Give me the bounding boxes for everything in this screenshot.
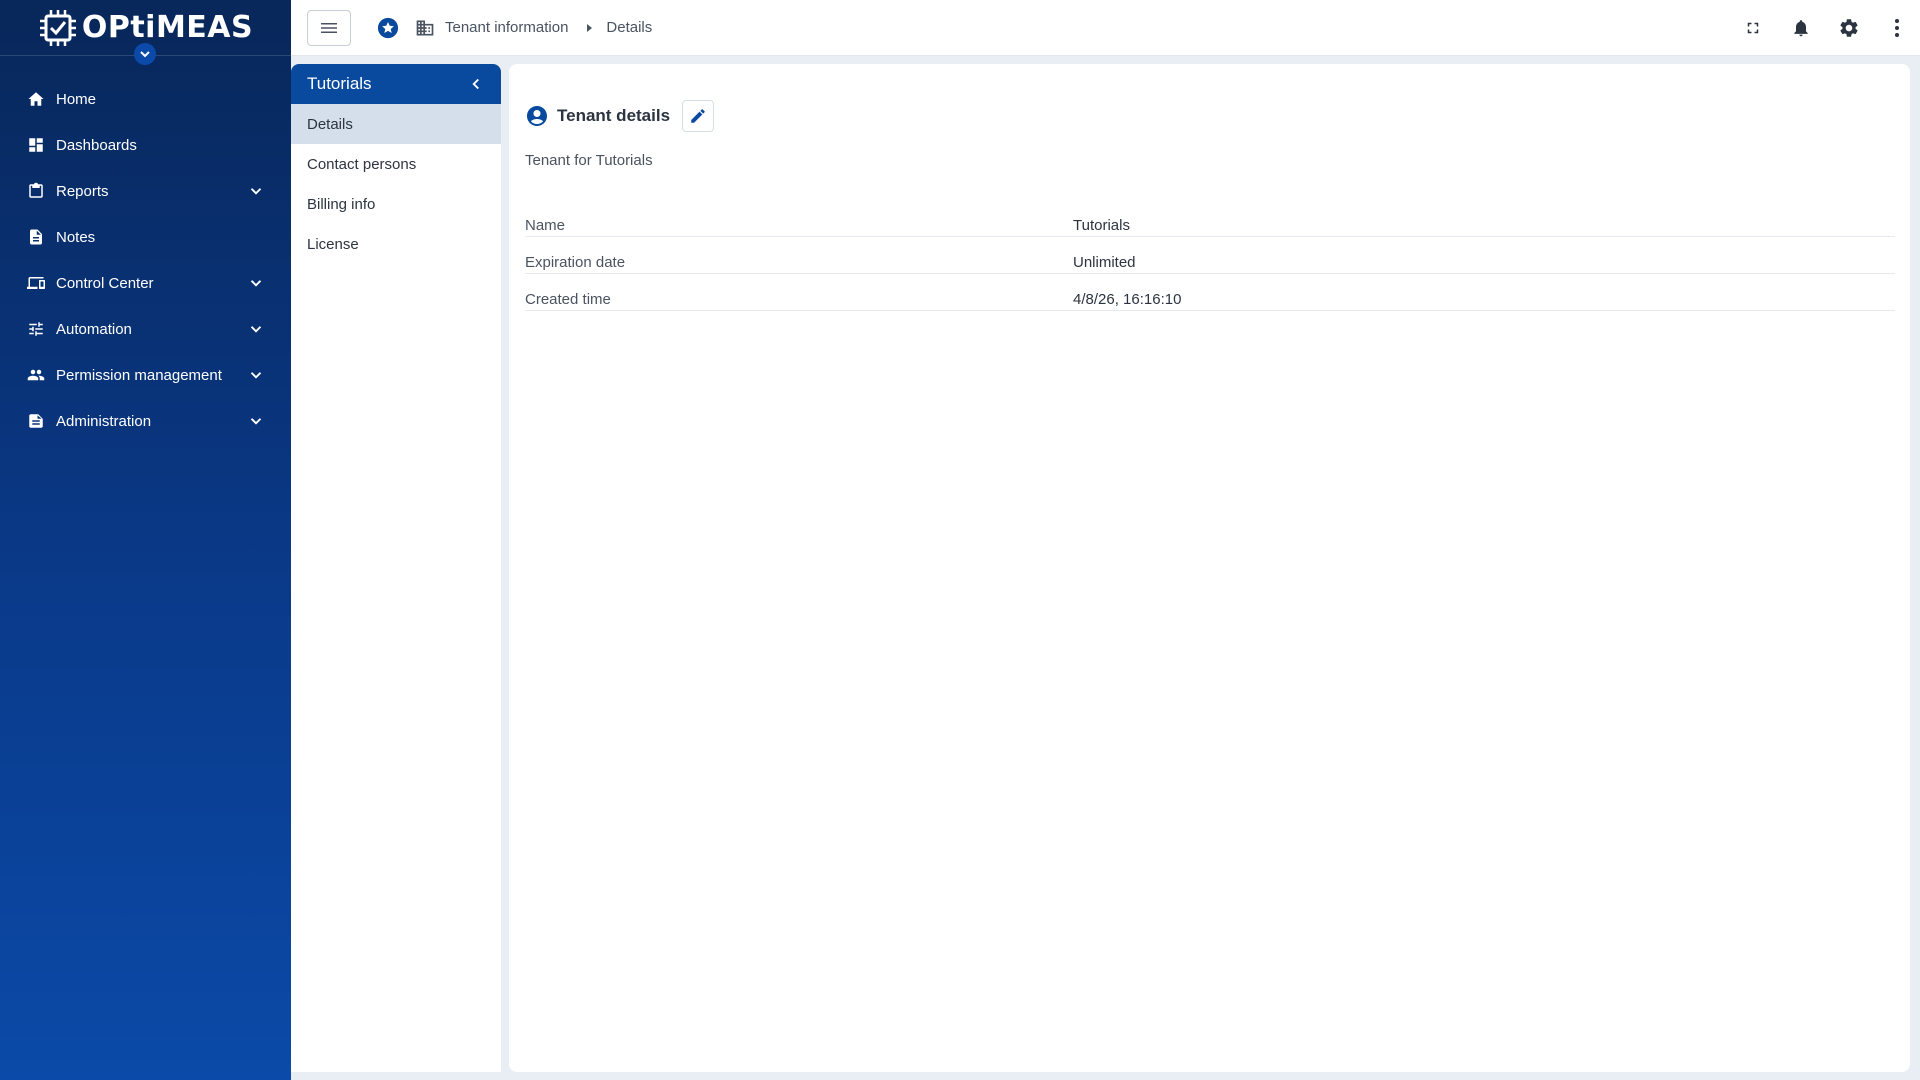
more-options-button[interactable] [1886, 17, 1908, 39]
logo-bar: OPtiMEAS [0, 0, 291, 65]
chevron-down-icon [250, 280, 262, 287]
account-circle-icon [527, 106, 547, 126]
sidebar-item-automation[interactable]: Automation [0, 306, 291, 352]
hamburger-icon [321, 22, 337, 33]
more-vertical-icon [1895, 18, 1899, 37]
details-list: Name Tutorials Expiration date Unlimited… [525, 200, 1895, 311]
chevron-down-icon [140, 51, 150, 58]
sidebar-item-home[interactable]: Home [0, 76, 291, 122]
dashboard-icon [26, 135, 46, 155]
note-icon [26, 227, 46, 247]
fullscreen-icon [1747, 22, 1759, 33]
chevron-down-icon [250, 188, 262, 195]
breadcrumb: Tenant information Details [377, 17, 652, 39]
sidebar-item-label: Notes [56, 228, 96, 246]
sidebar-item-permission-management[interactable]: Permission management [0, 352, 291, 398]
people-icon [26, 365, 46, 385]
clipboard-icon [26, 181, 46, 201]
bell-icon [1794, 19, 1808, 36]
sidebar: OPtiMEAS Home Dashboards Reports Notes C… [0, 0, 291, 1080]
chevron-down-icon [250, 326, 262, 333]
sidebar-toggle-button[interactable] [134, 43, 156, 65]
subnav-item-details[interactable]: Details [291, 104, 501, 144]
detail-value: Unlimited [1073, 254, 1136, 271]
chevron-down-icon [250, 418, 262, 425]
sidebar-item-label: Reports [56, 182, 109, 200]
top-actions [1742, 17, 1908, 39]
sidebar-item-control-center[interactable]: Control Center [0, 260, 291, 306]
sidebar-item-label: Permission management [56, 366, 222, 384]
settings-button[interactable] [1838, 17, 1860, 39]
sidebar-menu: Home Dashboards Reports Notes Control Ce… [0, 76, 291, 444]
chevron-left-icon[interactable] [467, 75, 485, 93]
sidebar-item-notes[interactable]: Notes [0, 214, 291, 260]
tenant-details-card: Tenant details Tenant for Tutorials Name… [509, 64, 1910, 1072]
devices-icon [26, 273, 46, 293]
sidebar-item-label: Dashboards [56, 136, 137, 154]
breadcrumb-current: Details [606, 19, 653, 36]
detail-row: Created time 4/8/26, 16:16:10 [525, 274, 1895, 311]
card-header: Tenant details [525, 100, 715, 132]
tenant-subnav: Tutorials Details Contact persons Billin… [291, 64, 501, 1072]
detail-label: Name [525, 217, 566, 234]
caret-right-icon [587, 23, 593, 32]
detail-label: Created time [525, 291, 611, 308]
sliders-icon [26, 319, 46, 339]
sidebar-item-label: Automation [56, 320, 132, 338]
gear-icon [1840, 18, 1858, 37]
sidebar-item-label: Administration [56, 412, 152, 430]
detail-row: Expiration date Unlimited [525, 237, 1895, 274]
subnav-item-billing-info[interactable]: Billing info [291, 184, 501, 224]
pencil-icon [691, 109, 705, 123]
edit-button[interactable] [682, 100, 715, 132]
detail-label: Expiration date [525, 254, 626, 271]
sidebar-item-reports[interactable]: Reports [0, 168, 291, 214]
building-icon [416, 20, 434, 35]
sidebar-item-label: Home [56, 90, 97, 108]
logo[interactable]: OPtiMEAS [38, 8, 253, 48]
admin-doc-icon [26, 411, 46, 431]
fullscreen-button[interactable] [1742, 17, 1764, 39]
subnav-header: Tutorials [291, 64, 501, 104]
chevron-down-icon [250, 372, 262, 379]
favorite-star-icon[interactable] [377, 17, 399, 39]
logo-text: OPtiMEAS [81, 10, 254, 45]
menu-toggle-button[interactable] [307, 9, 351, 46]
notifications-button[interactable] [1790, 17, 1812, 39]
top-bar: Tenant information Details [291, 0, 1920, 56]
sidebar-item-dashboards[interactable]: Dashboards [0, 122, 291, 168]
detail-row: Name Tutorials [525, 200, 1895, 237]
sidebar-item-administration[interactable]: Administration [0, 398, 291, 444]
detail-value: 4/8/26, 16:16:10 [1073, 291, 1182, 308]
subnav-item-contact-persons[interactable]: Contact persons [291, 144, 501, 184]
subnav-item-license[interactable]: License [291, 224, 501, 264]
subnav-title: Tutorials [307, 74, 372, 93]
home-icon [26, 89, 46, 109]
card-title: Tenant details [557, 106, 671, 125]
breadcrumb-section[interactable]: Tenant information [445, 19, 568, 36]
sidebar-item-label: Control Center [56, 274, 154, 292]
chip-logo-icon [39, 9, 76, 46]
card-subtitle: Tenant for Tutorials [525, 152, 653, 169]
detail-value: Tutorials [1073, 217, 1130, 234]
